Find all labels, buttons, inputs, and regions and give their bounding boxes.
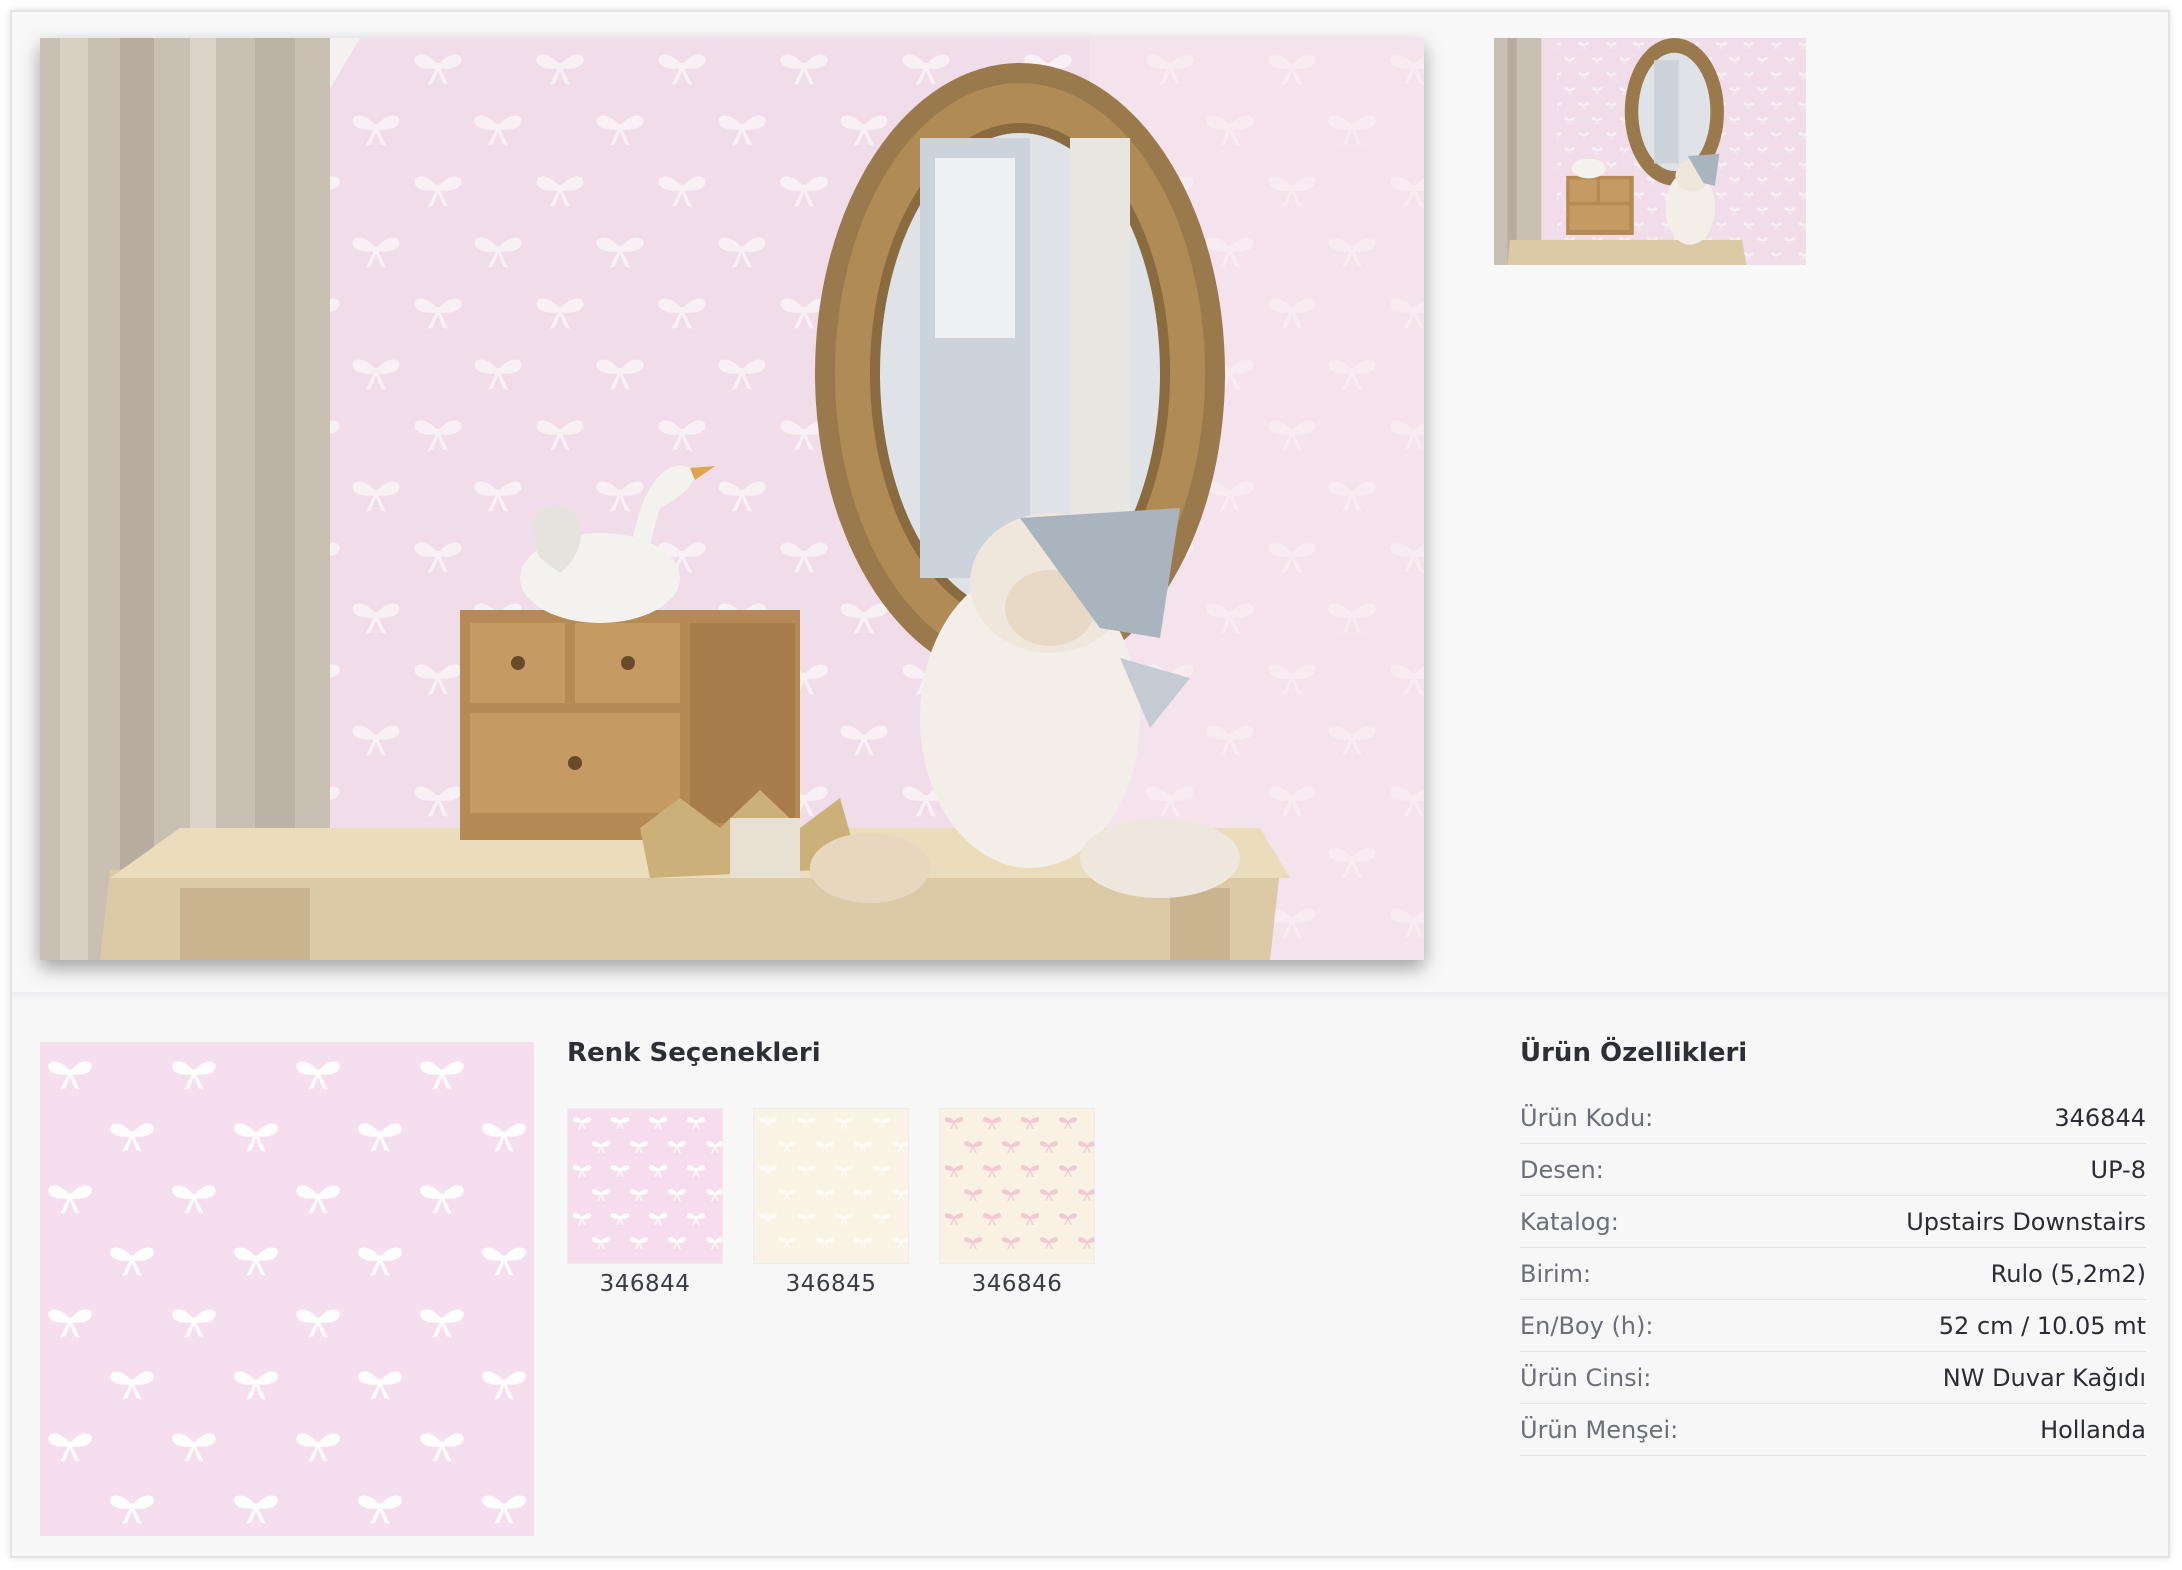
feature-value: 346844 — [2054, 1103, 2146, 1132]
feature-label: Katalog: — [1520, 1207, 1619, 1236]
product-features-title: Ürün Özellikleri — [1520, 1038, 1748, 1068]
color-swatch-pink[interactable] — [567, 1108, 723, 1264]
feature-label: Ürün Kodu: — [1520, 1103, 1654, 1132]
feature-value: NW Duvar Kağıdı — [1942, 1363, 2146, 1392]
thumbnail-image[interactable] — [1494, 38, 1806, 265]
color-swatch-cream[interactable] — [753, 1108, 909, 1264]
feature-value: Hollanda — [2040, 1415, 2146, 1444]
section-divider — [12, 992, 2168, 1000]
feature-label: Ürün Cinsi: — [1520, 1363, 1652, 1392]
feature-row-unit: Birim: Rulo (5,2m2) — [1520, 1248, 2146, 1300]
color-options-title: Renk Seçenekleri — [567, 1038, 821, 1068]
room-photo-icon — [40, 38, 1424, 960]
color-option-346844[interactable]: 346844 — [567, 1108, 723, 1297]
pattern-swatch-large[interactable] — [40, 1042, 534, 1536]
color-option-346846[interactable]: 346846 — [939, 1108, 1095, 1297]
main-product-image[interactable] — [40, 38, 1424, 960]
feature-row-dimensions: En/Boy (h): 52 cm / 10.05 mt — [1520, 1300, 2146, 1352]
color-option-346845[interactable]: 346845 — [753, 1108, 909, 1297]
color-option-code: 346844 — [599, 1271, 691, 1297]
feature-row-product-code: Ürün Kodu: 346844 — [1520, 1092, 2146, 1144]
gallery-band — [12, 12, 2168, 992]
product-page: Renk Seçenekleri 346844 346845 346846 Ür… — [10, 10, 2170, 1558]
bow-pattern-icon — [568, 1109, 722, 1263]
feature-label: Birim: — [1520, 1259, 1592, 1288]
feature-value: Rulo (5,2m2) — [1990, 1259, 2146, 1288]
color-option-code: 346846 — [971, 1271, 1063, 1297]
bow-pattern-icon — [940, 1109, 1094, 1263]
feature-row-pattern: Desen: UP-8 — [1520, 1144, 2146, 1196]
feature-value: Upstairs Downstairs — [1906, 1207, 2146, 1236]
product-features-table: Ürün Kodu: 346844 Desen: UP-8 Katalog: U… — [1520, 1092, 2146, 1456]
feature-row-catalog: Katalog: Upstairs Downstairs — [1520, 1196, 2146, 1248]
feature-value: UP-8 — [2090, 1155, 2146, 1184]
feature-label: En/Boy (h): — [1520, 1311, 1654, 1340]
color-swatch-cream-pink[interactable] — [939, 1108, 1095, 1264]
feature-label: Ürün Menşei: — [1520, 1415, 1679, 1444]
feature-row-product-type: Ürün Cinsi: NW Duvar Kağıdı — [1520, 1352, 2146, 1404]
feature-row-origin: Ürün Menşei: Hollanda — [1520, 1404, 2146, 1456]
bow-pattern-icon — [754, 1109, 908, 1263]
feature-label: Desen: — [1520, 1155, 1604, 1184]
feature-value: 52 cm / 10.05 mt — [1938, 1311, 2146, 1340]
bow-pattern-icon — [40, 1042, 534, 1536]
room-photo-thumbnail-icon — [1494, 38, 1806, 265]
color-option-code: 346845 — [785, 1271, 877, 1297]
